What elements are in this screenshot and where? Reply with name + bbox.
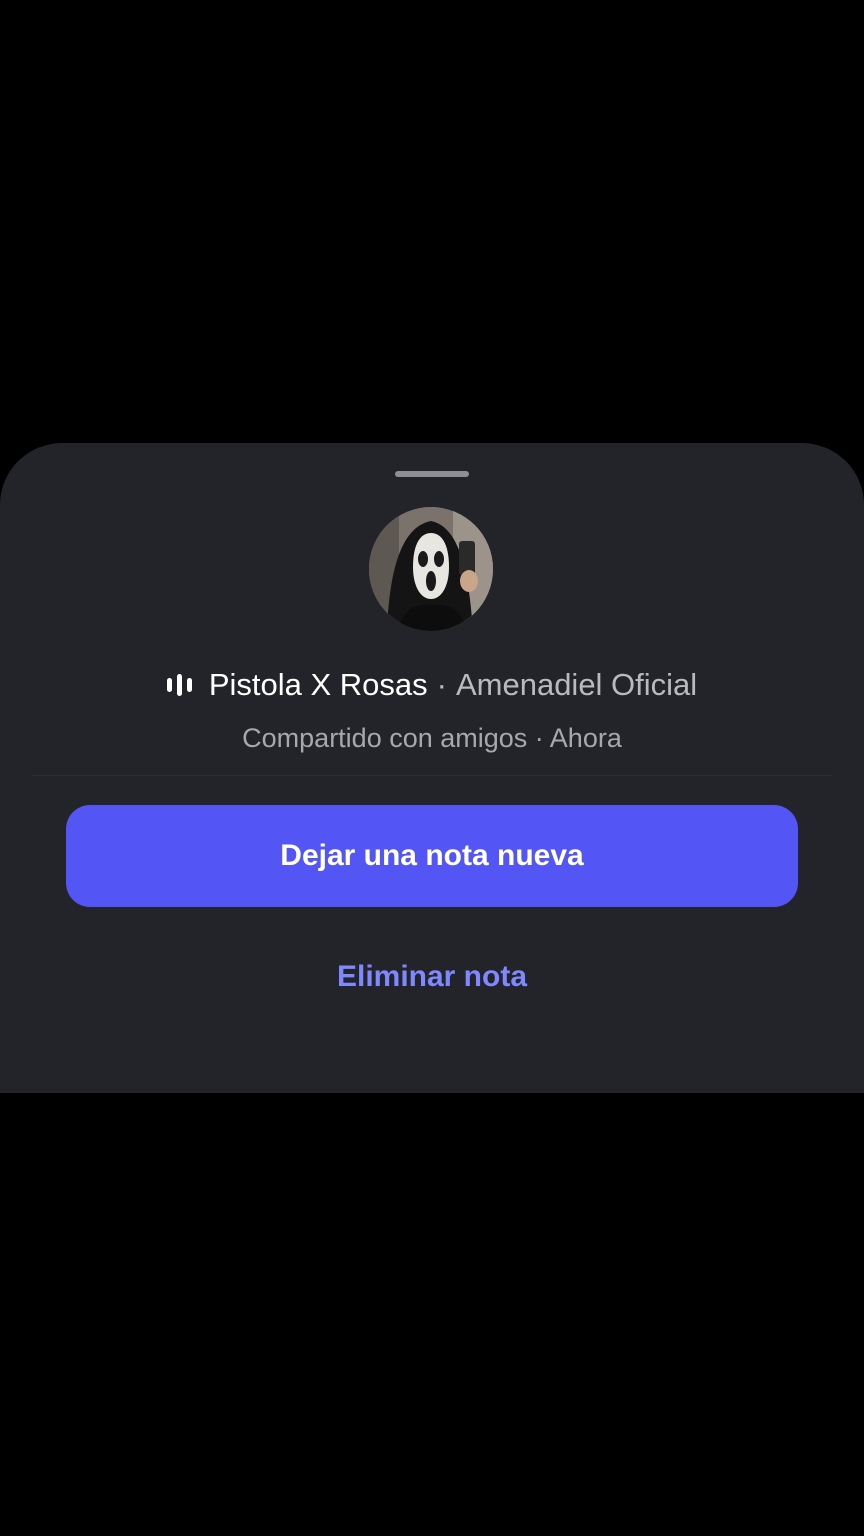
delete-note-button[interactable]: Eliminar nota bbox=[232, 949, 632, 1005]
divider bbox=[32, 775, 832, 776]
title-separator: · bbox=[436, 667, 447, 702]
avatar bbox=[369, 507, 493, 631]
note-track-row: Pistola X Rosas · Amenadiel Oficial bbox=[0, 663, 864, 707]
avatar-image bbox=[369, 507, 493, 631]
drag-handle[interactable] bbox=[395, 471, 469, 477]
bottom-sheet: Pistola X Rosas · Amenadiel Oficial Comp… bbox=[0, 443, 864, 1093]
song-title: Pistola X Rosas bbox=[208, 667, 428, 702]
shared-with-text: Compartido con amigos · Ahora bbox=[242, 723, 622, 753]
music-bars-icon bbox=[166, 673, 192, 697]
artist-name: Amenadiel Oficial bbox=[455, 667, 698, 702]
screen: Pistola X Rosas · Amenadiel Oficial Comp… bbox=[0, 0, 864, 1536]
new-note-button[interactable]: Dejar una nota nueva bbox=[66, 805, 798, 907]
